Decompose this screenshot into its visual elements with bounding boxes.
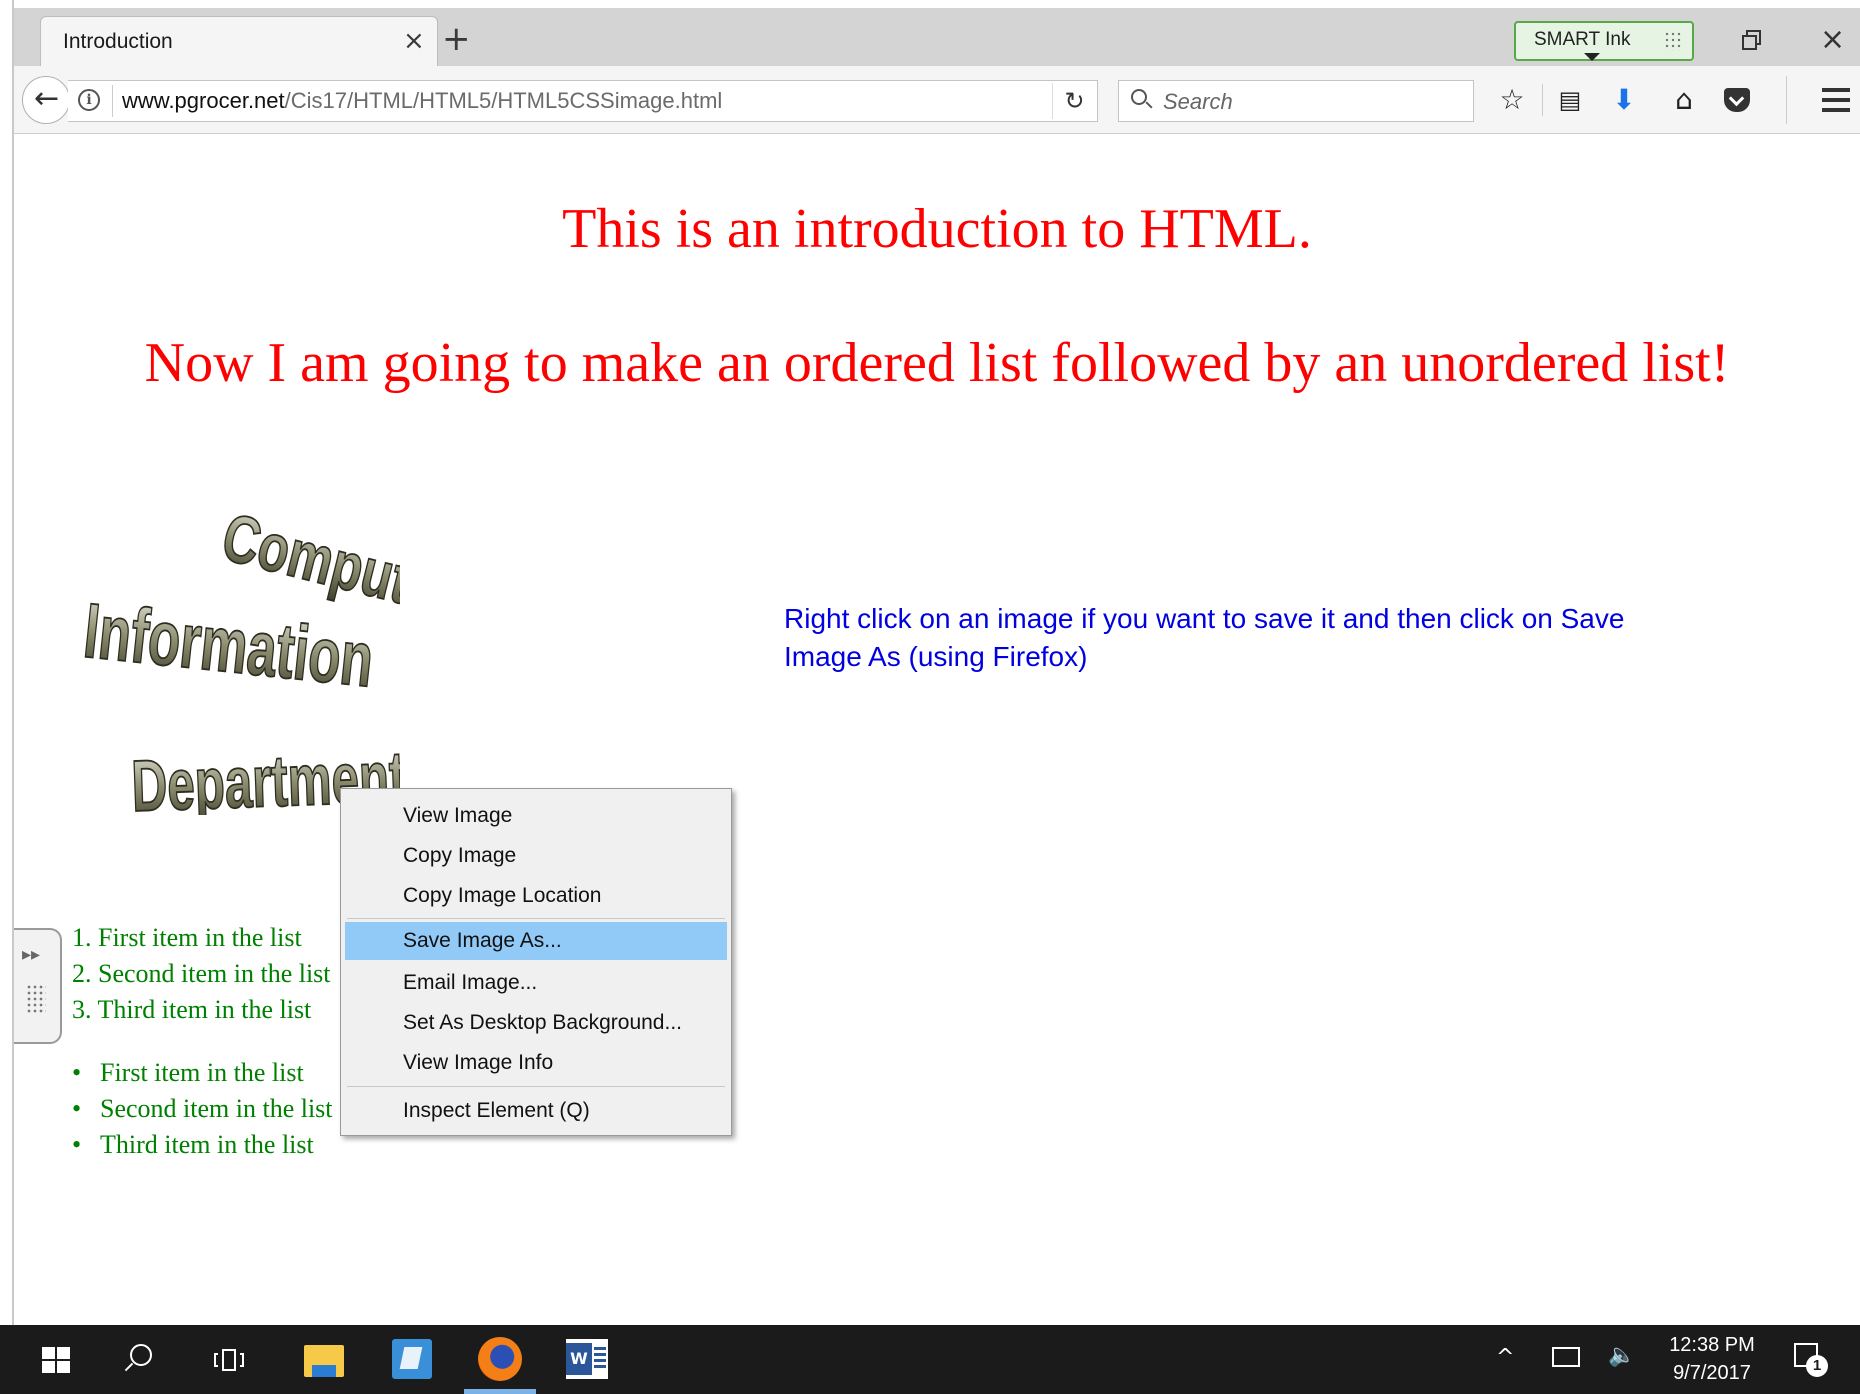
expand-arrows-icon: ▸▸ bbox=[22, 944, 41, 965]
dropdown-arrow-icon[interactable] bbox=[1584, 53, 1600, 61]
clock[interactable]: 12:38 PM 9/7/2017 bbox=[1660, 1331, 1764, 1387]
menu-item-set-desktop-background[interactable]: Set As Desktop Background... bbox=[345, 1004, 727, 1042]
firefox-icon[interactable] bbox=[478, 1337, 522, 1381]
clock-date: 9/7/2017 bbox=[1673, 1362, 1751, 1384]
page-content: This is an introduction to HTML. Now I a… bbox=[14, 135, 1860, 1325]
word-icon[interactable]: W bbox=[566, 1339, 608, 1379]
url-text[interactable]: www.pgrocer.net/Cis17/HTML/HTML5/HTML5CS… bbox=[122, 88, 722, 114]
smart-ink-toolbar[interactable]: SMART Ink bbox=[1514, 21, 1694, 61]
reload-icon[interactable]: ↻ bbox=[1052, 83, 1096, 119]
image-word-information: Information bbox=[80, 588, 377, 704]
list-item: Second item in the list bbox=[72, 1091, 333, 1127]
browser-window: Introduction × + SMART Ink × ← i www.pgr… bbox=[0, 0, 1860, 1325]
home-icon[interactable]: ⌂ bbox=[1666, 82, 1702, 118]
search-input[interactable]: Search bbox=[1118, 80, 1474, 122]
menu-item-email-image[interactable]: Email Image... bbox=[345, 964, 727, 1002]
close-tab-icon[interactable]: × bbox=[403, 25, 425, 57]
restore-window-button[interactable] bbox=[1740, 28, 1766, 54]
url-domain: www.pgrocer.net bbox=[122, 88, 285, 113]
network-icon[interactable] bbox=[1552, 1347, 1580, 1367]
url-separator bbox=[112, 85, 113, 117]
back-arrow-icon: ← bbox=[34, 81, 60, 116]
url-bar[interactable]: i www.pgrocer.net/Cis17/HTML/HTML5/HTML5… bbox=[68, 80, 1098, 122]
tab-introduction[interactable]: Introduction × bbox=[40, 16, 438, 66]
url-path: /Cis17/HTML/HTML5/HTML5CSSimage.html bbox=[284, 88, 723, 113]
toolbar-separator bbox=[1786, 76, 1787, 124]
tab-bar: Introduction × + SMART Ink × bbox=[14, 8, 1860, 66]
sticky-notes-icon[interactable] bbox=[392, 1339, 432, 1379]
navigation-toolbar: ← i www.pgrocer.net/Cis17/HTML/HTML5/HTM… bbox=[14, 66, 1860, 134]
page-heading-intro: This is an introduction to HTML. bbox=[562, 198, 1312, 260]
search-icon bbox=[1131, 89, 1147, 105]
show-hidden-icons-chevron-icon[interactable]: ^ bbox=[1496, 1345, 1514, 1370]
menu-item-copy-image-location[interactable]: Copy Image Location bbox=[345, 877, 727, 915]
search-icon[interactable] bbox=[130, 1344, 152, 1366]
new-tab-icon[interactable]: + bbox=[442, 22, 471, 56]
volume-icon[interactable]: 🔈 bbox=[1608, 1343, 1635, 1368]
menu-item-inspect-element[interactable]: Inspect Element (Q) bbox=[345, 1092, 727, 1130]
list-item: 1. First item in the list bbox=[72, 923, 302, 952]
hamburger-menu-icon[interactable] bbox=[1822, 88, 1852, 112]
info-icon[interactable]: i bbox=[78, 89, 100, 111]
action-center-icon[interactable]: 1 bbox=[1794, 1343, 1828, 1377]
reading-list-icon[interactable]: ▤ bbox=[1552, 82, 1588, 118]
menu-separator bbox=[347, 1086, 725, 1087]
active-app-indicator bbox=[464, 1389, 536, 1394]
menu-separator bbox=[347, 918, 725, 919]
page-heading-lists: Now I am going to make an ordered list f… bbox=[144, 332, 1730, 394]
window-left-edge bbox=[0, 0, 14, 1325]
list-item: 2. Second item in the list bbox=[72, 959, 331, 988]
smart-ink-label: SMART Ink bbox=[1534, 29, 1631, 50]
download-icon[interactable]: ⬇ bbox=[1606, 82, 1642, 118]
list-item: 3. Third item in the list bbox=[72, 995, 312, 1024]
grip-icon[interactable] bbox=[1664, 31, 1682, 51]
back-button[interactable]: ← bbox=[22, 76, 70, 124]
pocket-icon[interactable] bbox=[1724, 88, 1750, 112]
menu-item-view-image-info[interactable]: View Image Info bbox=[345, 1044, 727, 1082]
clock-time: 12:38 PM bbox=[1669, 1334, 1755, 1356]
toolbar-separator bbox=[1542, 84, 1543, 116]
tab-title: Introduction bbox=[63, 30, 173, 53]
windows-start-icon[interactable] bbox=[42, 1347, 72, 1375]
file-explorer-icon[interactable] bbox=[304, 1341, 344, 1377]
taskbar: W ^ 🔈 12:38 PM 9/7/2017 1 bbox=[0, 1325, 1860, 1394]
smart-panel-tab[interactable]: ▸▸ bbox=[14, 928, 62, 1044]
save-image-hint: Right click on an image if you want to s… bbox=[784, 603, 1625, 672]
search-placeholder: Search bbox=[1163, 89, 1233, 114]
task-view-icon[interactable] bbox=[214, 1349, 244, 1371]
menu-item-copy-image[interactable]: Copy Image bbox=[345, 837, 727, 875]
notification-count: 1 bbox=[1806, 1355, 1828, 1377]
list-item: Third item in the list bbox=[72, 1127, 333, 1163]
word-letter: W bbox=[566, 1343, 592, 1375]
grip-icon bbox=[26, 984, 46, 1014]
image-context-menu: View Image Copy Image Copy Image Locatio… bbox=[340, 788, 732, 1136]
close-window-button[interactable]: × bbox=[1820, 22, 1845, 58]
unordered-list: First item in the list Second item in th… bbox=[72, 1055, 333, 1163]
bookmark-star-icon[interactable]: ☆ bbox=[1494, 82, 1530, 118]
ordered-list: 1. First item in the list 2. Second item… bbox=[72, 920, 331, 1028]
restore-icon bbox=[1742, 35, 1757, 50]
menu-item-save-image-as[interactable]: Save Image As... bbox=[345, 922, 727, 960]
list-item: First item in the list bbox=[72, 1055, 333, 1091]
menu-item-view-image[interactable]: View Image bbox=[345, 797, 727, 835]
computer-information-department-image[interactable]: Computer Information Department bbox=[40, 495, 400, 815]
